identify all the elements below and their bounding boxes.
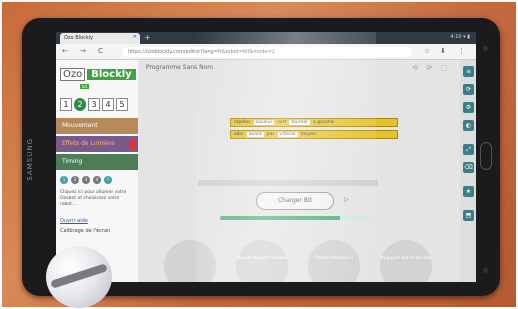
step-1[interactable]: 1 — [60, 176, 68, 184]
help-text: Cliquez ici pour allumer votre Ozobot et… — [60, 190, 127, 207]
step-3[interactable]: 3 — [82, 176, 90, 184]
block-field[interactable]: couleur — [253, 120, 275, 125]
reload-icon[interactable]: C — [98, 47, 103, 55]
browser-tab[interactable]: Ozo Blockly ✕ — [60, 33, 140, 44]
browser-tab-bar: Ozo Blockly ✕ + 4:10 ▾ ▮ — [56, 32, 476, 44]
block-field[interactable]: tourner — [289, 120, 311, 125]
blockly-workspace[interactable]: Programme Sans Nom ⟲ ⟳ ⬚ répéter couleur… — [138, 60, 460, 282]
forward-icon[interactable]: → — [80, 47, 86, 55]
category-timing[interactable]: Timing — [56, 154, 138, 170]
block-text: aller — [234, 132, 244, 137]
sensor — [483, 268, 488, 273]
logo-ozo: Ozo — [60, 67, 86, 81]
tab-close-icon[interactable]: ✕ — [133, 34, 137, 40]
block-text: moyen — [300, 132, 316, 137]
help-link[interactable]: Ouvrir aide — [60, 218, 88, 224]
loader-circles: Ne pas bouger Ozobot Placez Ozobot ici A… — [138, 236, 460, 282]
toolbar-button-7[interactable]: ★ — [463, 186, 474, 197]
logo-blockly: Blockly — [87, 68, 136, 80]
block-field[interactable]: avant — [246, 132, 264, 137]
category-effets-lumiere[interactable]: Effets de Lumière — [56, 136, 138, 152]
level-2-button[interactable]: 2 — [74, 98, 86, 111]
divider-bar — [198, 180, 378, 186]
loader-circle-3: Placez Ozobot ici — [308, 240, 360, 282]
download-icon[interactable]: ⬇ — [440, 47, 446, 55]
back-icon[interactable]: ← — [62, 47, 68, 55]
loader-circle-1 — [164, 240, 216, 282]
robot-badge: bit — [80, 84, 90, 89]
block-text: vert — [277, 120, 287, 125]
category-mouvement[interactable]: Mouvement — [56, 118, 138, 134]
load-bit-button[interactable]: Charger Bit — [256, 192, 334, 210]
level-5-button[interactable]: 5 — [116, 98, 128, 111]
level-selector: 1 2 3 4 5 — [60, 98, 128, 111]
code-block-2[interactable]: aller avant pas vitesse moyen — [230, 130, 398, 139]
toolbar-button-6[interactable]: ⌫ — [463, 162, 474, 173]
block-field[interactable]: vitesse — [277, 132, 298, 137]
tablet-brand: SAMSUNG — [26, 138, 34, 181]
load-progress — [220, 216, 370, 220]
level-4-button[interactable]: 4 — [102, 98, 114, 111]
category-label: Effets de Lumière — [62, 140, 115, 147]
toolbar-button-2[interactable]: ⟳ — [463, 84, 474, 95]
block-text: pas — [266, 132, 275, 137]
url-field[interactable]: https://ozoblockly.com/editor?lang=fr&ro… — [122, 47, 412, 57]
step-2[interactable]: 2 — [71, 176, 79, 184]
new-tab-button[interactable]: + — [144, 33, 151, 42]
toolbar-button-8[interactable]: ⬒ — [463, 210, 474, 221]
step-4[interactable]: 4 — [93, 176, 101, 184]
level-3-button[interactable]: 3 — [88, 98, 100, 111]
play-icon[interactable]: ▷ — [344, 196, 349, 203]
status-bar: 4:10 ▾ ▮ — [450, 34, 470, 40]
photo-background: SAMSUNG Ozo Blockly ✕ + 4:10 ▾ ▮ ← → C h… — [2, 2, 516, 308]
loader-circle-4: Appuyez sur le bouton — [380, 240, 432, 282]
calibrate-label: Calibrage de l'écran — [60, 228, 111, 234]
toolbar-button-3[interactable]: ⚙ — [463, 102, 474, 113]
app-logo: Ozo Blockly — [60, 66, 136, 82]
progress-fill — [220, 216, 340, 220]
home-button[interactable] — [480, 142, 492, 170]
right-toolbar: ≡ ⟳ ⚙ ◐ ⤢ ⌫ ★ ⬒ — [460, 60, 476, 282]
loader-circle-2: Ne pas bouger Ozobot — [236, 240, 288, 282]
step-indicator: 1 2 3 4 ? — [60, 176, 112, 184]
tablet-screen: Ozo Blockly ✕ + 4:10 ▾ ▮ ← → C https://o… — [56, 32, 476, 282]
code-block-1[interactable]: répéter couleur vert tourner à gauche — [230, 118, 398, 127]
tab-title: Ozo Blockly — [64, 35, 94, 41]
level-1-button[interactable]: 1 — [60, 98, 72, 111]
help-step[interactable]: ? — [104, 176, 112, 184]
front-camera — [483, 46, 488, 51]
workspace-icons[interactable]: ⟲ ⟳ ⬚ — [412, 64, 450, 72]
block-text: répéter — [234, 120, 251, 125]
block-text: à gauche — [313, 120, 334, 125]
star-icon[interactable]: ☆ — [424, 47, 430, 55]
toolbar-button-5[interactable]: ⤢ — [463, 144, 474, 155]
toolbar-button-4[interactable]: ◐ — [463, 120, 474, 131]
address-bar: ← → C https://ozoblockly.com/editor?lang… — [56, 44, 476, 60]
ozobot-robot — [46, 246, 112, 308]
more-menu-icon[interactable]: ⋮ — [458, 47, 465, 55]
toolbar-button-1[interactable]: ≡ — [463, 66, 474, 77]
program-title: Programme Sans Nom — [146, 64, 214, 71]
category-marker — [129, 139, 135, 149]
